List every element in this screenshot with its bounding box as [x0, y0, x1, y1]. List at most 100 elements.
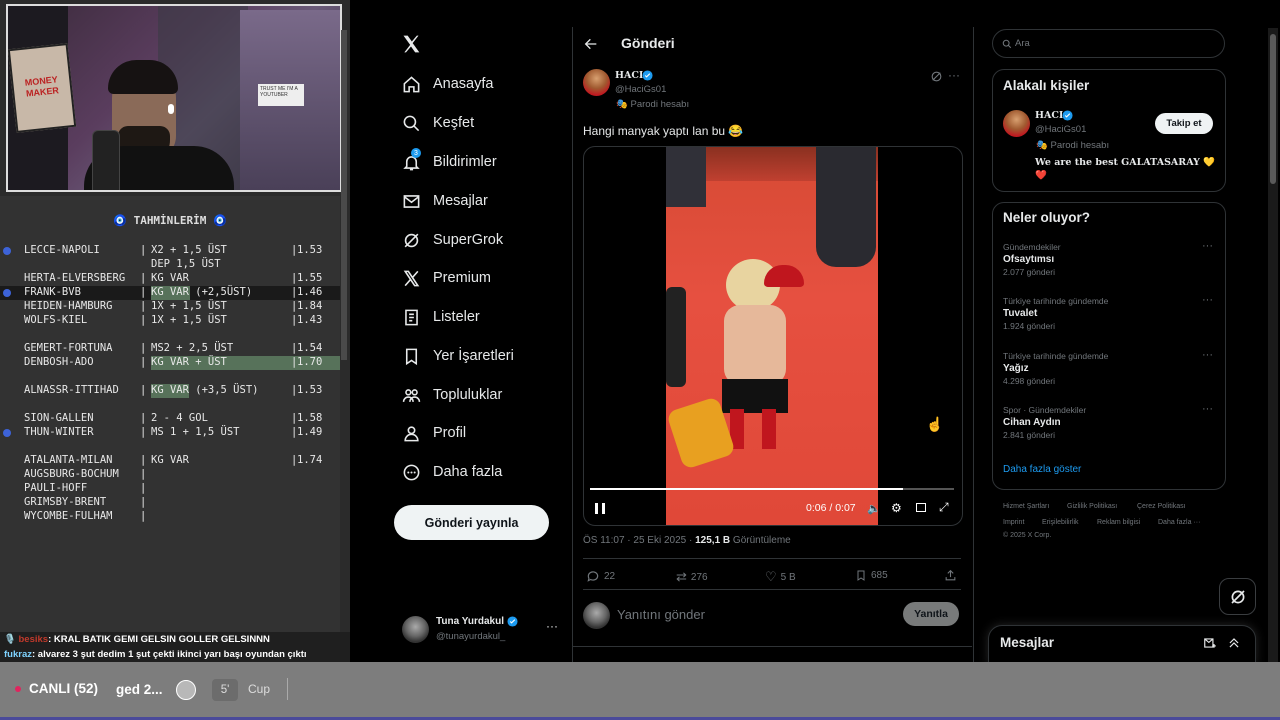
- trend-more-icon[interactable]: ···: [1202, 294, 1213, 306]
- like-action[interactable]: ♡ 5 B: [765, 569, 796, 585]
- new-message-icon[interactable]: [1203, 636, 1217, 650]
- reply-button[interactable]: Yanıtla: [903, 602, 959, 626]
- related-name[interactable]: HACI: [1035, 110, 1063, 121]
- trend-item[interactable]: Türkiye tarihinde gündemde Tuvalet 1.924 g…: [1003, 296, 1108, 331]
- video-player[interactable]: 0:06 / 0:07 🔈 ⚙ ⤢: [583, 146, 963, 526]
- show-more-link[interactable]: Daha fazla göster: [1003, 464, 1081, 475]
- nav-item-supergrok[interactable]: SuperGrok: [400, 226, 503, 254]
- trend-category: Türkiye tarihinde gündemde: [1003, 296, 1109, 306]
- reply-input[interactable]: Yanıtını gönder: [617, 607, 887, 622]
- prediction-row: ALNASSR-ITTIHAD | KG VAR (+3,5 ÜST) | 1.53: [0, 384, 340, 398]
- nav-item-anasayfa[interactable]: Anasayfa: [400, 70, 493, 98]
- share-icon: [945, 569, 956, 581]
- verified-icon: [507, 616, 518, 627]
- author-handle[interactable]: @HaciGs01: [615, 84, 666, 95]
- fullscreen-icon[interactable]: ⤢: [939, 500, 949, 515]
- footer-link[interactable]: Reklam bilgisi: [1097, 519, 1140, 526]
- stream-title: ged 2...: [116, 682, 163, 697]
- trend-count: 2.077 gönderi: [1003, 267, 1055, 277]
- trend-category: Türkiye tarihinde gündemde: [1003, 351, 1109, 361]
- overlay-scrollbar[interactable]: [341, 30, 347, 360]
- footer-link[interactable]: Çerez Politikası: [1137, 503, 1186, 510]
- video-progress-fill: [590, 488, 904, 490]
- settings-icon[interactable]: ⚙: [891, 501, 902, 515]
- divider: [572, 646, 972, 647]
- prediction-row: ATALANTA-MILAN | KG VAR | 1.74: [0, 454, 340, 468]
- bookmark-action[interactable]: 685: [855, 569, 888, 582]
- match-name: WYCOMBE-FULHAM: [24, 510, 113, 522]
- nav-item-topluluklar[interactable]: Topluluklar: [400, 381, 502, 409]
- page-scrollbar[interactable]: [1268, 28, 1278, 662]
- pause-icon[interactable]: [595, 503, 605, 514]
- trend-item[interactable]: Gündemdekiler Ofsaytımsı 2.077 gönderi: [1003, 242, 1061, 277]
- x-logo[interactable]: [401, 34, 421, 54]
- video-progress-track[interactable]: [590, 488, 954, 490]
- bet-tip: KG VAR (+3,5 ÜST): [151, 384, 259, 396]
- chevron-up-icon[interactable]: [1227, 636, 1241, 650]
- reply-action[interactable]: 22: [586, 569, 615, 583]
- page-title: Gönderi: [621, 35, 675, 51]
- search-input[interactable]: Ara: [1015, 38, 1030, 49]
- trend-title: Cihan Aydın: [1003, 417, 1061, 428]
- reply-icon: [587, 571, 599, 582]
- nav-item-profil[interactable]: Profil: [400, 419, 466, 447]
- account-switcher[interactable]: Tuna Yurdakul @tunayurdakul_ ···: [400, 613, 565, 647]
- prediction-row: LECCE-NAPOLI | X2 + 1,5 ÜST | 1.53: [0, 244, 340, 258]
- footer-link[interactable]: Daha fazla ···: [1158, 519, 1200, 526]
- separator: |: [140, 454, 147, 466]
- trend-more-icon[interactable]: ···: [1202, 403, 1213, 415]
- back-arrow-icon[interactable]: [583, 36, 599, 52]
- related-avatar[interactable]: [1003, 110, 1030, 137]
- nav-label: Listeler: [433, 309, 480, 325]
- volume-icon[interactable]: 🔈: [867, 502, 881, 515]
- author-name[interactable]: HACI: [615, 70, 643, 81]
- post-more-icon[interactable]: ···: [948, 68, 960, 82]
- pip-icon[interactable]: [916, 503, 926, 512]
- avatar: [402, 616, 429, 643]
- prediction-row: GEMERT-FORTUNA | MS2 + 2,5 ÜST | 1.54: [0, 342, 340, 356]
- repost-action[interactable]: ⇄ 276: [676, 569, 708, 585]
- trend-more-icon[interactable]: ···: [1202, 349, 1213, 361]
- trend-title: Tuvalet: [1003, 308, 1038, 319]
- search-box[interactable]: Ara: [992, 29, 1225, 58]
- copyright: © 2025 X Corp.: [1003, 532, 1052, 539]
- chat-text: : alvarez 3 şut dedim 1 şut çekti ikinci…: [31, 649, 307, 660]
- related-handle: @HaciGs01: [1035, 124, 1087, 135]
- x-logo-icon: [400, 267, 422, 289]
- nav-item-yer-i-şaretleri[interactable]: Yer İşaretleri: [400, 342, 514, 370]
- footer-link[interactable]: Erişilebilirlik: [1042, 519, 1079, 526]
- separator: |: [140, 300, 147, 312]
- author-avatar[interactable]: [583, 69, 610, 96]
- nav-item-mesajlar[interactable]: Mesajlar: [400, 187, 488, 215]
- messages-drawer[interactable]: Mesajlar: [988, 625, 1256, 664]
- mask-icon: 🎭: [616, 99, 628, 110]
- grok-fab[interactable]: [1219, 578, 1256, 615]
- separator: |: [140, 496, 147, 508]
- prediction-row: HERTA-ELVERSBERG | KG VAR | 1.55: [0, 272, 340, 286]
- nav-item-daha-fazla[interactable]: Daha fazla: [400, 458, 502, 486]
- separator: |: [140, 482, 147, 494]
- trend-item[interactable]: Spor · Gündemdekiler Cihan Aydın 2.841 gön…: [1003, 405, 1086, 440]
- messages-title: Mesajlar: [1000, 635, 1055, 650]
- footer-link[interactable]: Hizmet Şartları: [1003, 503, 1049, 510]
- prediction-row: WOLFS-KIEL | 1X + 1,5 ÜST | 1.43: [0, 314, 340, 328]
- post-button[interactable]: Gönderi yayınla: [394, 505, 549, 540]
- predictions-panel: 🧿 TAHMİNLERİM 🧿 LECCE-NAPOLI | X2 + 1,5 ÜS…: [0, 196, 340, 632]
- nav-item-listeler[interactable]: Listeler: [400, 303, 480, 331]
- share-action[interactable]: [944, 569, 957, 582]
- grok-icon[interactable]: [930, 70, 943, 88]
- nav-item-keşfet[interactable]: Keşfet: [400, 109, 474, 137]
- divider: [583, 558, 961, 559]
- nav-item-bildirimler[interactable]: Bildirimler 3: [400, 148, 497, 176]
- nav-item-premium[interactable]: Premium: [400, 264, 491, 292]
- footer-link[interactable]: Imprint: [1003, 519, 1024, 526]
- footer-link[interactable]: Gizlilik Politikası: [1067, 503, 1117, 510]
- post-text: Hangi manyak yaptı lan bu 😂: [583, 124, 744, 138]
- microphone: [92, 130, 120, 190]
- ball-icon: [176, 680, 196, 700]
- prediction-row: AUGSBURG-BOCHUM |: [0, 468, 340, 482]
- follow-button[interactable]: Takip et: [1155, 113, 1213, 134]
- match-name: ALNASSR-ITTIHAD: [24, 384, 119, 396]
- trend-more-icon[interactable]: ···: [1202, 240, 1213, 252]
- trend-item[interactable]: Türkiye tarihinde gündemde Yağız 4.298 gön…: [1003, 351, 1108, 386]
